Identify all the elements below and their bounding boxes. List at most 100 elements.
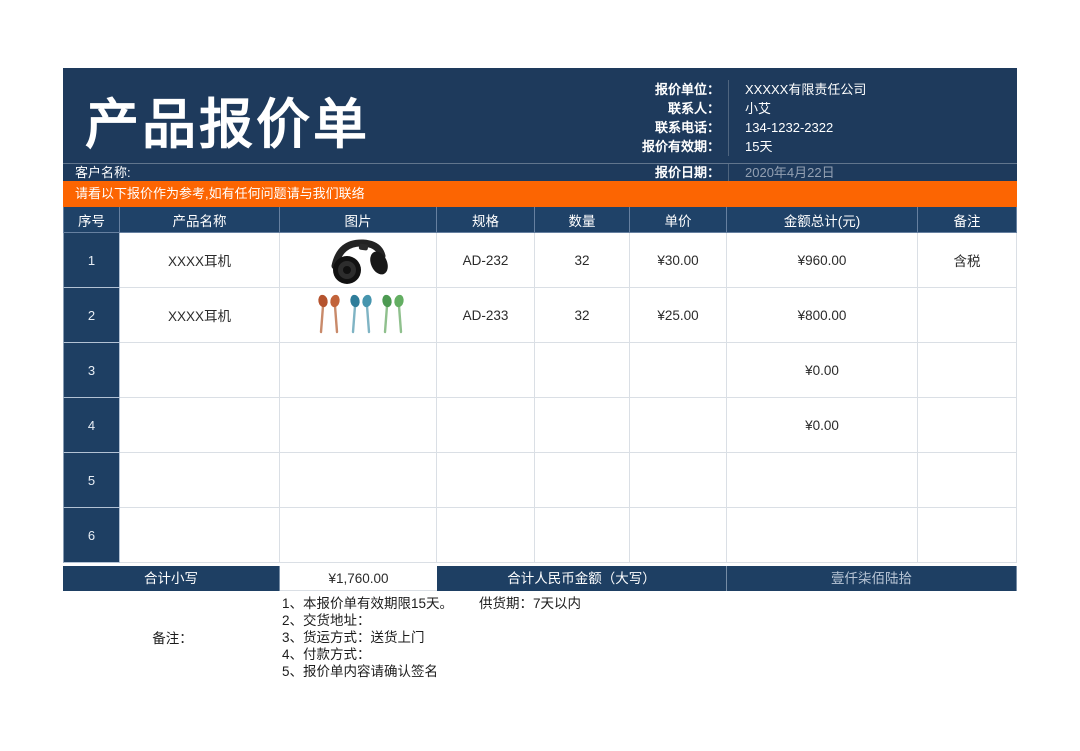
validity-row: 报价有效期： 15天 — [563, 137, 1017, 156]
unit-price-cell[interactable] — [630, 343, 727, 398]
note-cell[interactable] — [918, 398, 1017, 453]
summary-amount-in-words[interactable]: 壹仟柒佰陆拾 — [727, 566, 1017, 591]
quote-company-row: 报价单位： XXXXX有限责任公司 — [563, 80, 1017, 99]
customer-date-row: 客户名称: 报价日期： 2020年4月22日 — [63, 163, 1017, 181]
total-cell[interactable]: ¥960.00 — [727, 233, 918, 288]
note-line: 3、货运方式：送货上门 — [282, 629, 1017, 646]
total-cell[interactable] — [727, 453, 918, 508]
summary-amount[interactable]: ¥1,760.00 — [280, 566, 437, 591]
col-header-product-name[interactable]: 产品名称 — [120, 207, 280, 233]
total-cell[interactable] — [727, 508, 918, 563]
note-cell[interactable] — [918, 343, 1017, 398]
row-index-cell[interactable]: 6 — [63, 508, 120, 563]
quote-date-label: 报价日期： — [654, 165, 720, 180]
spec-cell[interactable]: AD-232 — [437, 233, 535, 288]
unit-price-cell[interactable] — [630, 453, 727, 508]
product-image-cell[interactable] — [280, 233, 437, 288]
spec-cell[interactable] — [437, 398, 535, 453]
product-name-cell[interactable]: XXXX耳机 — [120, 233, 280, 288]
product-name-cell[interactable] — [120, 453, 280, 508]
col-header-image[interactable]: 图片 — [280, 207, 437, 233]
customer-name-cell[interactable]: 客户名称: — [63, 164, 563, 181]
col-header-qty[interactable]: 数量 — [535, 207, 630, 233]
product-name-cell[interactable] — [120, 343, 280, 398]
summary-row: 合计小写 ¥1,760.00 合计人民币金额（大写） 壹仟柒佰陆拾 — [63, 566, 1017, 591]
qty-cell[interactable] — [535, 398, 630, 453]
qty-cell[interactable] — [535, 343, 630, 398]
product-image-cell[interactable] — [280, 398, 437, 453]
summary-small-label[interactable]: 合计小写 — [63, 566, 280, 591]
product-name-cell[interactable] — [120, 508, 280, 563]
product-image-cell[interactable] — [280, 453, 437, 508]
row-index-cell[interactable]: 2 — [63, 288, 120, 343]
total-cell[interactable]: ¥0.00 — [727, 398, 918, 453]
unit-price-cell[interactable] — [630, 508, 727, 563]
validity-label: 报价有效期： — [641, 139, 720, 154]
spec-cell[interactable] — [437, 453, 535, 508]
quote-company-value: XXXXX有限责任公司 — [728, 80, 1017, 99]
note-line-text: 1、本报价单有效期限15天。 — [282, 596, 454, 611]
contact-person-row: 联系人： 小艾 — [563, 99, 1017, 118]
note-line-text: 4、付款方式： — [282, 647, 371, 662]
note-cell[interactable] — [918, 453, 1017, 508]
note-line: 1、本报价单有效期限15天。 供货期：7天以内 — [282, 595, 1017, 612]
col-header-total[interactable]: 金额总计(元) — [727, 207, 918, 233]
contact-phone-row: 联系电话： 134-1232-2322 — [563, 118, 1017, 137]
row-index-cell[interactable]: 3 — [63, 343, 120, 398]
unit-price-cell[interactable]: ¥30.00 — [630, 233, 727, 288]
validity-value: 15天 — [728, 137, 1017, 156]
note-line: 4、付款方式： — [282, 646, 1017, 663]
qty-cell[interactable]: 32 — [535, 288, 630, 343]
row-index-cell[interactable]: 5 — [63, 453, 120, 508]
product-name-cell[interactable] — [120, 398, 280, 453]
contact-person-label: 联系人： — [667, 101, 720, 116]
earbuds-image — [318, 294, 404, 334]
note-cell[interactable]: 含税 — [918, 233, 1017, 288]
contact-phone-value: 134-1232-2322 — [728, 118, 1017, 137]
note-line-text: 2、交货地址： — [282, 613, 371, 628]
spec-cell[interactable]: AD-233 — [437, 288, 535, 343]
notes-lines: 1、本报价单有效期限15天。 供货期：7天以内 2、交货地址： 3、货运方式：送… — [282, 594, 1017, 680]
qty-cell[interactable] — [535, 453, 630, 508]
col-header-unit-price[interactable]: 单价 — [630, 207, 727, 233]
notes-label: 备注： — [152, 631, 193, 646]
col-header-note[interactable]: 备注 — [918, 207, 1017, 233]
notice-banner: 请看以下报价作为参考,如有任何问题请与我们联络 — [63, 181, 1017, 207]
quote-date-value: 2020年4月22日 — [728, 164, 1017, 181]
note-line-text: 5、报价单内容请确认签名 — [282, 664, 439, 679]
contact-person-value: 小艾 — [728, 99, 1017, 118]
quote-table-header: 序号 产品名称 图片 规格 数量 单价 金额总计(元) 备注 — [63, 207, 1017, 233]
qty-cell[interactable]: 32 — [535, 233, 630, 288]
col-header-spec[interactable]: 规格 — [437, 207, 535, 233]
notes-section: 备注： 1、本报价单有效期限15天。 供货期：7天以内 2、交货地址： 3、货运… — [63, 594, 1017, 680]
note-cell[interactable] — [918, 508, 1017, 563]
product-name-cell[interactable]: XXXX耳机 — [120, 288, 280, 343]
contact-phone-label: 联系电话： — [654, 120, 720, 135]
quote-table-body: 1 XXXX耳机 AD-232 32 ¥30.00 ¥960.00 含税 2 X… — [63, 233, 1017, 563]
spec-cell[interactable] — [437, 508, 535, 563]
quote-info-panel: 报价单位： XXXXX有限责任公司 联系人： 小艾 联系电话： 134-1232… — [563, 80, 1017, 156]
note-line-text: 3、货运方式：送货上门 — [282, 630, 425, 645]
quotation-document: 产品报价单 报价单位： XXXXX有限责任公司 联系人： 小艾 联系电话： 13… — [63, 68, 1017, 680]
note-line: 2、交货地址： — [282, 612, 1017, 629]
spec-cell[interactable] — [437, 343, 535, 398]
summary-big-label[interactable]: 合计人民币金额（大写） — [437, 566, 727, 591]
unit-price-cell[interactable]: ¥25.00 — [630, 288, 727, 343]
title-banner: 产品报价单 报价单位： XXXXX有限责任公司 联系人： 小艾 联系电话： 13… — [63, 68, 1017, 163]
row-index-cell[interactable]: 4 — [63, 398, 120, 453]
row-index-cell[interactable]: 1 — [63, 233, 120, 288]
total-cell[interactable]: ¥800.00 — [727, 288, 918, 343]
headphones-image — [331, 239, 388, 284]
note-line-extra: 供货期：7天以内 — [479, 596, 582, 611]
note-line: 5、报价单内容请确认签名 — [282, 663, 1017, 680]
col-header-index[interactable]: 序号 — [63, 207, 120, 233]
page-title: 产品报价单 — [85, 95, 370, 155]
note-cell[interactable] — [918, 288, 1017, 343]
quote-company-label: 报价单位： — [654, 82, 720, 97]
total-cell[interactable]: ¥0.00 — [727, 343, 918, 398]
product-image-cell[interactable] — [280, 343, 437, 398]
product-image-cell[interactable] — [280, 508, 437, 563]
unit-price-cell[interactable] — [630, 398, 727, 453]
product-image-cell[interactable] — [280, 288, 437, 343]
qty-cell[interactable] — [535, 508, 630, 563]
